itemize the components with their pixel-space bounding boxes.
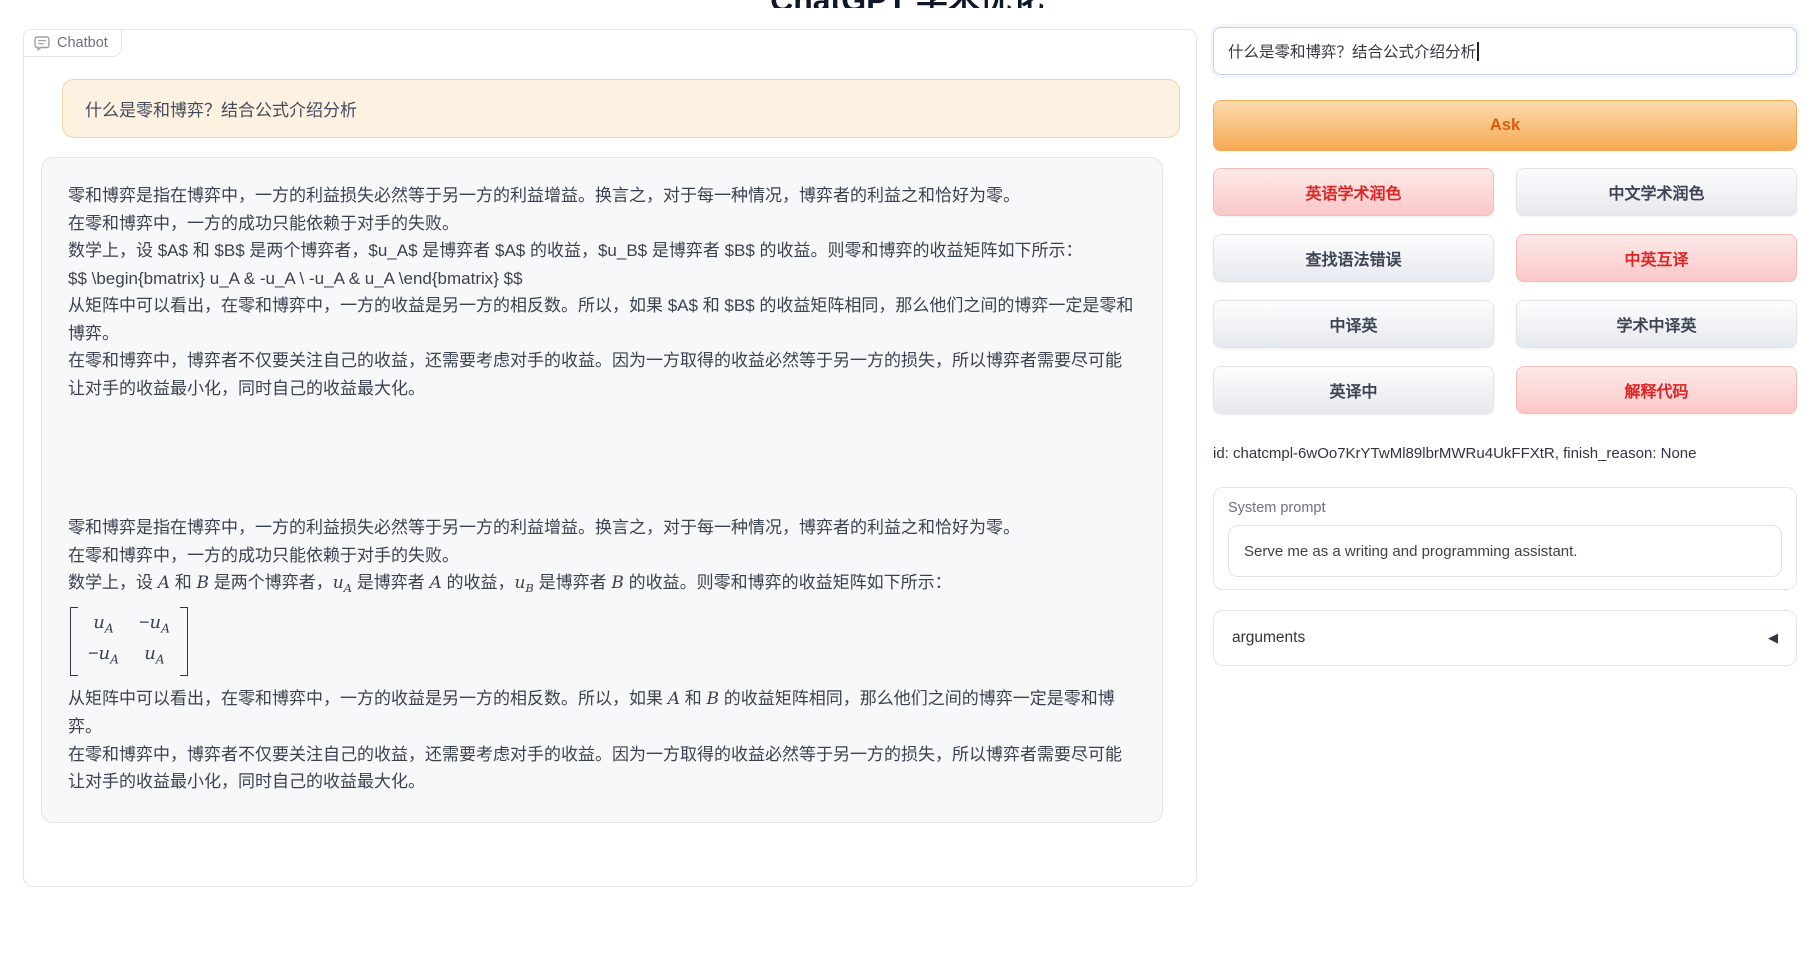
fn-button-zh-to-en[interactable]: 中译英 bbox=[1213, 300, 1494, 348]
bot-rendered-p1: 零和博弈是指在博弈中，一方的利益损失必然等于另一方的利益增益。换言之，对于每一种… bbox=[68, 514, 1136, 542]
bot-raw-line: 在零和博弈中，一方的成功只能依赖于对手的失败。 bbox=[68, 210, 1136, 238]
system-prompt-box: System prompt Serve me as a writing and … bbox=[1213, 487, 1797, 590]
chatbot-panel: Chatbot 什么是零和博弈？结合公式介绍分析 零和博弈是指在博弈中，一方的利… bbox=[23, 29, 1197, 887]
inline-math: uA bbox=[144, 643, 164, 663]
matrix-cell: uA bbox=[139, 641, 170, 673]
arguments-label: arguments bbox=[1232, 629, 1305, 647]
inline-math: A bbox=[668, 689, 680, 708]
control-column: 什么是零和博弈？结合公式介绍分析 Ask 英语学术润色中文学术润色查找语法错误中… bbox=[1213, 27, 1797, 666]
bot-raw-line: 零和博弈是指在博弈中，一方的利益损失必然等于另一方的利益增益。换言之，对于每一种… bbox=[68, 182, 1136, 210]
bot-raw-line: $$ \begin{bmatrix} u_A & -u_A \ -u_A & u… bbox=[68, 265, 1136, 293]
matrix-cell: −uA bbox=[88, 641, 119, 673]
chat-bubble-icon bbox=[34, 36, 50, 51]
inline-math: −uA bbox=[139, 612, 170, 632]
accordion-collapse-icon: ◀ bbox=[1768, 630, 1778, 646]
bot-raw-line: 在零和博弈中，博弈者不仅要关注自己的收益，还需要考虑对手的收益。因为一方取得的收… bbox=[68, 347, 1136, 402]
fn-button-en-academic-polish[interactable]: 英语学术润色 bbox=[1213, 168, 1494, 216]
question-input-value: 什么是零和博弈？结合公式介绍分析 bbox=[1228, 40, 1476, 62]
system-prompt-value: Serve me as a writing and programming as… bbox=[1244, 543, 1577, 560]
bot-raw-line: 从矩阵中可以看出，在零和博弈中，一方的收益是另一方的相反数。所以，如果 $A$ … bbox=[68, 292, 1136, 347]
chat-messages-scroll[interactable]: 什么是零和博弈？结合公式介绍分析 零和博弈是指在博弈中，一方的利益损失必然等于另… bbox=[24, 30, 1196, 886]
bot-raw-block: 零和博弈是指在博弈中，一方的利益损失必然等于另一方的利益增益。换言之，对于每一种… bbox=[68, 182, 1136, 402]
matrix-cell: uA bbox=[88, 610, 119, 642]
fn-button-find-grammar-errors[interactable]: 查找语法错误 bbox=[1213, 234, 1494, 282]
question-input[interactable]: 什么是零和博弈？结合公式介绍分析 bbox=[1213, 27, 1797, 75]
inline-math: uB bbox=[514, 573, 533, 592]
inline-math: B bbox=[706, 689, 719, 708]
user-message-text: 什么是零和博弈？结合公式介绍分析 bbox=[85, 101, 357, 120]
text-cursor bbox=[1477, 42, 1479, 61]
arguments-accordion-header[interactable]: arguments ◀ bbox=[1213, 610, 1797, 666]
bot-message-bubble: 零和博弈是指在博弈中，一方的利益损失必然等于另一方的利益增益。换言之，对于每一种… bbox=[41, 157, 1163, 823]
fn-button-en-to-zh[interactable]: 英译中 bbox=[1213, 366, 1494, 414]
bot-rendered-p2: 在零和博弈中，一方的成功只能依赖于对手的失败。 bbox=[68, 542, 1136, 570]
fn-button-zh-en-mutual-translate[interactable]: 中英互译 bbox=[1516, 234, 1797, 282]
payoff-matrix: uA −uA −uA uA bbox=[68, 604, 1136, 685]
user-message-bubble: 什么是零和博弈？结合公式介绍分析 bbox=[62, 79, 1180, 138]
bot-raw-line: 数学上，设 $A$ 和 $B$ 是两个博弈者，$u_A$ 是博弈者 $A$ 的收… bbox=[68, 237, 1136, 265]
inline-math: −uA bbox=[88, 643, 119, 663]
function-button-grid: 英语学术润色中文学术润色查找语法错误中英互译中译英学术中译英英译中解释代码 bbox=[1213, 168, 1797, 414]
fn-button-academic-zh-to-en[interactable]: 学术中译英 bbox=[1516, 300, 1797, 348]
bot-rendered-p6: 在零和博弈中，博弈者不仅要关注自己的收益，还需要考虑对手的收益。因为一方取得的收… bbox=[68, 741, 1136, 796]
bot-rendered-p5: 从矩阵中可以看出，在零和博弈中，一方的收益是另一方的相反数。所以，如果 A 和 … bbox=[68, 685, 1136, 741]
ask-button[interactable]: Ask bbox=[1213, 100, 1797, 151]
fn-button-explain-code[interactable]: 解释代码 bbox=[1516, 366, 1797, 414]
system-prompt-input[interactable]: Serve me as a writing and programming as… bbox=[1228, 525, 1782, 577]
inline-math: uA bbox=[333, 573, 352, 592]
chatbot-label: Chatbot bbox=[23, 29, 122, 57]
bot-rendered-p3: 数学上，设 A 和 B 是两个博弈者，uA 是博弈者 A 的收益，uB 是博弈者… bbox=[68, 569, 1136, 604]
inline-math: A bbox=[158, 573, 170, 592]
clipped-page-title: ChatGPT 学术优化 bbox=[600, 0, 1214, 8]
status-line: id: chatcmpl-6wOo7KrYTwMl89lbrMWRu4UkFFX… bbox=[1213, 445, 1797, 462]
inline-math: B bbox=[611, 573, 624, 592]
fn-button-zh-academic-polish[interactable]: 中文学术润色 bbox=[1516, 168, 1797, 216]
system-prompt-label: System prompt bbox=[1228, 500, 1782, 516]
inline-math: uA bbox=[93, 612, 113, 632]
inline-math: A bbox=[429, 573, 441, 592]
bot-rendered-block: 零和博弈是指在博弈中，一方的利益损失必然等于另一方的利益增益。换言之，对于每一种… bbox=[68, 514, 1136, 796]
inline-math: B bbox=[196, 573, 209, 592]
chatbot-label-text: Chatbot bbox=[57, 35, 108, 51]
matrix-cell: −uA bbox=[139, 610, 170, 642]
